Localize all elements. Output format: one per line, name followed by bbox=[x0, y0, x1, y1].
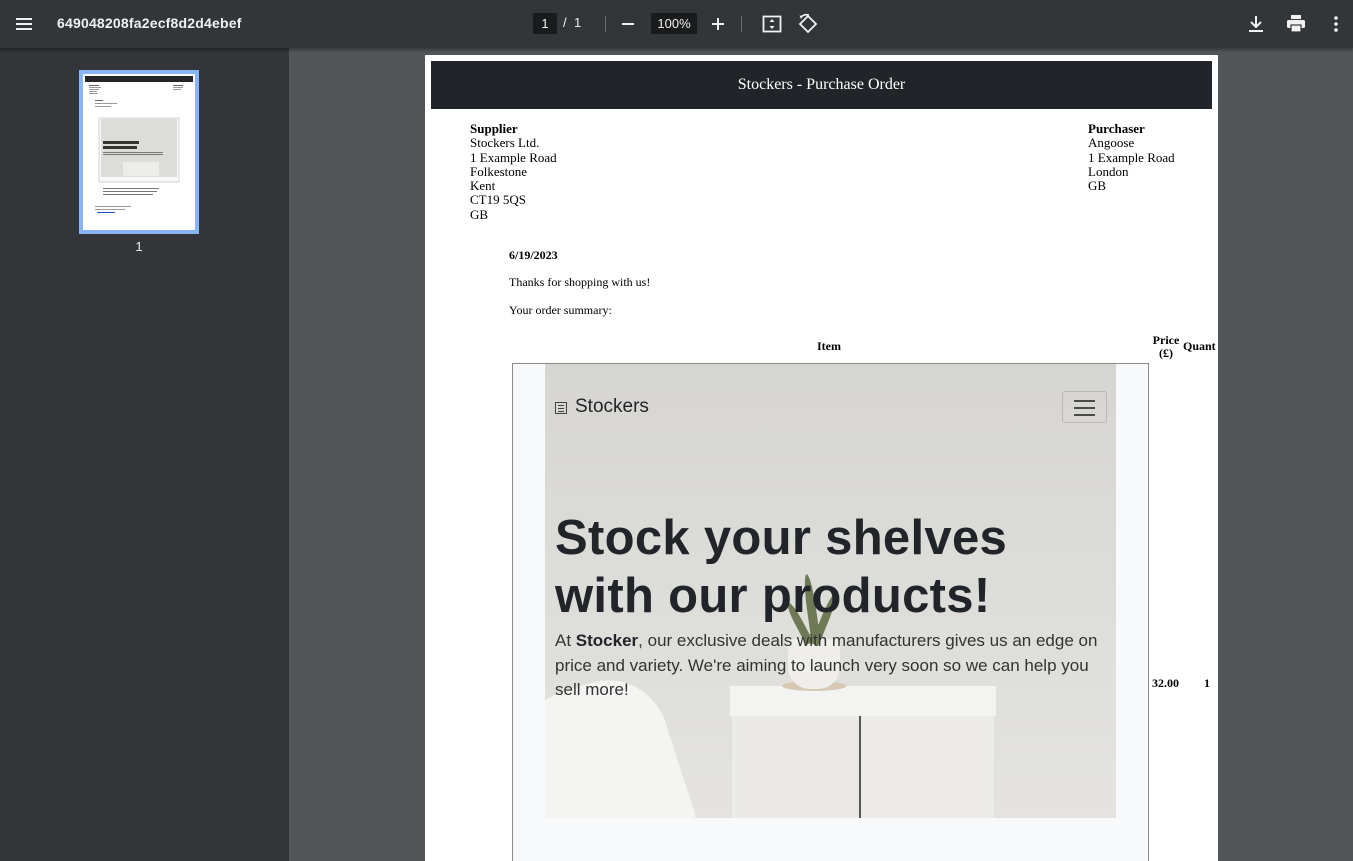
cabinet-door bbox=[737, 716, 861, 818]
toolbar-divider bbox=[605, 16, 606, 32]
supplier-line: GB bbox=[470, 206, 489, 222]
price-header-unit: (£) bbox=[1159, 346, 1173, 360]
supplier-line: 1 Example Road bbox=[470, 149, 557, 165]
page-number-input[interactable]: 1 bbox=[533, 13, 557, 34]
supplier-heading: Supplier bbox=[470, 121, 518, 136]
item-image-cell: Stockers Stock your shelves with our pro… bbox=[512, 363, 1149, 861]
quantity-column-header: Quant bbox=[1183, 340, 1216, 353]
cabinet-door bbox=[863, 716, 989, 818]
zoom-out-button[interactable] bbox=[617, 13, 639, 35]
toolbar-divider bbox=[741, 16, 742, 32]
supplier-line: CT19 5QS bbox=[470, 192, 526, 208]
page-separator: / bbox=[563, 15, 567, 30]
purchaser-line: GB bbox=[1088, 178, 1107, 194]
lead-prefix: At bbox=[555, 631, 576, 650]
pdf-viewer: Stockers - Purchase Order Supplier Stock… bbox=[289, 48, 1353, 861]
fit-to-page-icon[interactable] bbox=[760, 12, 784, 36]
thumbnail-preview bbox=[83, 74, 195, 230]
item-quantity: 1 bbox=[1204, 676, 1210, 690]
page-total: 1 bbox=[574, 15, 582, 30]
lead-brand: Stocker bbox=[575, 631, 639, 650]
hero-title-line: with our products! bbox=[555, 569, 991, 623]
pdf-toolbar: 649048208fa2ecf8d2d4ebef 1 / 1 100% bbox=[0, 0, 1353, 48]
zoom-input[interactable]: 100% bbox=[651, 13, 697, 34]
order-date: 6/19/2023 bbox=[509, 248, 558, 262]
purchaser-heading: Purchaser bbox=[1088, 121, 1145, 136]
item-column-header: Item bbox=[817, 339, 841, 353]
brand-name: Stockers bbox=[575, 396, 649, 417]
download-icon[interactable] bbox=[1244, 12, 1268, 36]
purchaser-line: Angoose bbox=[1088, 135, 1135, 151]
hamburger-icon bbox=[1062, 391, 1107, 423]
page-thumbnail[interactable] bbox=[79, 70, 199, 234]
menu-icon[interactable] bbox=[12, 12, 36, 36]
thumbnail-sidebar: 1 bbox=[0, 48, 289, 861]
item-price: 32.00 bbox=[1152, 676, 1179, 690]
purchase-order-header: Stockers - Purchase Order bbox=[431, 61, 1212, 109]
hero-lead-text: At Stocker, our exclusive deals with man… bbox=[555, 629, 1110, 703]
product-image: Stockers Stock your shelves with our pro… bbox=[545, 364, 1116, 818]
order-summary-label: Your order summary: bbox=[509, 303, 612, 317]
purchaser-address: Purchaser Angoose 1 Example Road London … bbox=[1088, 121, 1175, 194]
price-column-header: Price (£) bbox=[1151, 334, 1181, 360]
supplier-line: Kent bbox=[470, 178, 496, 194]
pdf-page: Stockers - Purchase Order Supplier Stock… bbox=[425, 55, 1218, 861]
thumbnail-page-number: 1 bbox=[135, 239, 143, 254]
supplier-address: Supplier Stockers Ltd. 1 Example Road Fo… bbox=[470, 121, 557, 222]
rotate-icon[interactable] bbox=[796, 12, 820, 36]
supplier-line: Stockers Ltd. bbox=[470, 135, 540, 151]
zoom-in-button[interactable] bbox=[707, 13, 729, 35]
hero-title: Stock your shelves with our products! bbox=[555, 509, 1095, 625]
hero-title-line: Stock your shelves bbox=[555, 511, 1008, 565]
stockers-logo-icon bbox=[555, 402, 567, 414]
document-title: 649048208fa2ecf8d2d4ebef bbox=[57, 15, 242, 31]
purchaser-line: London bbox=[1088, 163, 1129, 179]
more-options-icon[interactable] bbox=[1324, 12, 1348, 36]
thanks-message: Thanks for shopping with us! bbox=[509, 275, 651, 289]
price-header-line: Price bbox=[1152, 333, 1180, 347]
purchaser-line: 1 Example Road bbox=[1088, 149, 1175, 165]
print-icon[interactable] bbox=[1284, 12, 1308, 36]
supplier-line: Folkestone bbox=[470, 163, 528, 179]
